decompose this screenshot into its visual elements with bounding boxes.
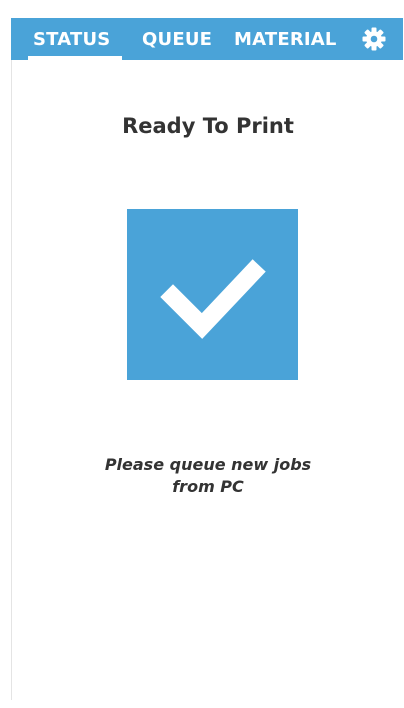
active-tab-indicator: [28, 56, 122, 60]
gear-icon[interactable]: [361, 26, 387, 52]
status-title: Ready To Print: [122, 114, 294, 138]
status-message: Please queue new jobs from PC: [12, 454, 404, 498]
tab-status[interactable]: STATUS: [33, 18, 110, 60]
tab-material[interactable]: MATERIAL: [234, 18, 337, 60]
top-navigation-bar: STATUS QUEUE MATERIAL: [11, 18, 403, 60]
printer-status-screen: STATUS QUEUE MATERIAL Ready To Print Ple…: [0, 0, 404, 708]
ready-status-card: [127, 209, 298, 380]
status-message-line-1: Please queue new jobs: [104, 455, 312, 474]
tab-queue[interactable]: QUEUE: [142, 18, 212, 60]
checkmark-icon: [160, 259, 266, 339]
left-border: [11, 60, 12, 700]
status-message-line-2: from PC: [172, 477, 244, 496]
